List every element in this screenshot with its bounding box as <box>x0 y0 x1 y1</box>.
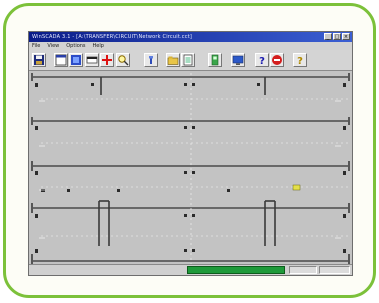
close-button[interactable]: × <box>342 33 350 40</box>
svg-text:?: ? <box>259 56 265 66</box>
status-panel-2 <box>319 266 350 274</box>
context-help-button[interactable]: ? <box>293 53 307 67</box>
minimize-button[interactable]: _ <box>324 33 332 40</box>
bus-lines <box>33 76 348 262</box>
help-icon: ? <box>259 56 265 66</box>
card-button[interactable] <box>85 53 99 67</box>
svg-text:?: ? <box>297 56 303 66</box>
gauge-button[interactable] <box>208 53 222 67</box>
status-progress <box>187 266 285 274</box>
vertical-feeders <box>31 73 350 264</box>
highlight-component[interactable] <box>292 184 301 191</box>
panel-button[interactable] <box>69 53 83 67</box>
breaker-links <box>41 73 349 264</box>
probe-button[interactable] <box>144 53 158 67</box>
red-plus-icon <box>102 55 112 65</box>
menu-file[interactable]: File <box>32 42 40 50</box>
monitor-button[interactable] <box>231 53 245 67</box>
green-gauge-icon <box>211 54 219 66</box>
save-icon <box>34 55 44 65</box>
white-card-icon <box>86 56 98 64</box>
toolbar: ? ? <box>29 50 352 71</box>
breaker-symbols <box>35 83 346 253</box>
blue-monitor-icon <box>232 55 244 65</box>
zoom-button[interactable] <box>116 53 130 67</box>
help-icon: ? <box>297 56 303 66</box>
status-bar <box>29 264 352 275</box>
blue-panel-icon <box>71 55 81 65</box>
menu-bar: File View Options Help <box>29 42 352 50</box>
add-button[interactable] <box>100 53 114 67</box>
open-button[interactable] <box>166 53 180 67</box>
save-button[interactable] <box>32 53 46 67</box>
status-panel-1 <box>289 266 317 274</box>
circuit-diagram <box>31 73 350 264</box>
window-icon <box>55 54 67 66</box>
zoom-icon <box>118 55 129 66</box>
stop-icon <box>272 55 282 65</box>
menu-options[interactable]: Options <box>66 42 85 50</box>
window-controls: _ □ × <box>324 33 350 40</box>
title-bar[interactable]: WinSCADA 3.1 - [A:\TRANSFER\CIRCUIT\Netw… <box>29 32 352 42</box>
document-icon <box>183 54 193 66</box>
menu-view[interactable]: View <box>47 42 59 50</box>
window-button[interactable] <box>54 53 68 67</box>
circuit-canvas[interactable] <box>29 71 352 266</box>
stop-button[interactable] <box>270 53 284 67</box>
window-title: WinSCADA 3.1 - [A:\TRANSFER\CIRCUIT\Netw… <box>32 34 193 40</box>
probe-icon <box>149 56 153 64</box>
menu-help[interactable]: Help <box>93 42 104 50</box>
folder-icon <box>167 56 179 65</box>
document-button[interactable] <box>181 53 195 67</box>
help-button[interactable]: ? <box>255 53 269 67</box>
app-window: WinSCADA 3.1 - [A:\TRANSFER\CIRCUIT\Netw… <box>28 31 353 276</box>
maximize-button[interactable]: □ <box>333 33 341 40</box>
